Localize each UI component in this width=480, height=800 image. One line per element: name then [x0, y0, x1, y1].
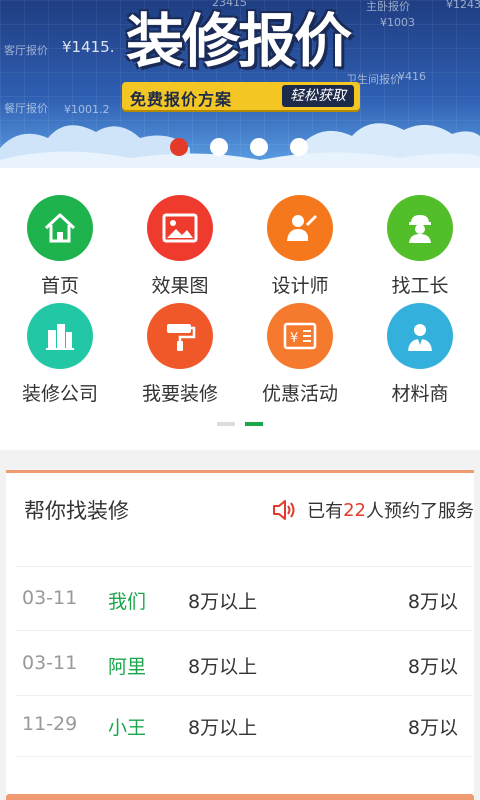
category-label: 装修公司: [21, 383, 98, 405]
promo-banner[interactable]: 客厅报价 ¥1415. 餐厅报价 ¥1001.2 卫生间报价 ¥416 主卧报价 ¥1003 ¥…: [0, 0, 480, 168]
booking-header: 帮你找装修 已有 22 人预约了服务: [6, 473, 474, 549]
banner-price-text: 主卧报价: [366, 0, 410, 13]
row-budget: 8万以上: [188, 717, 258, 739]
booking-panel: 帮你找装修 已有 22 人预约了服务 03-11 我们 8万以上 8万以 03-11…: [6, 470, 474, 800]
category-renderings[interactable]: 效果图: [120, 195, 240, 298]
carousel-indicator: [0, 138, 480, 156]
category-grid: 首页 效果图 设计师 找工长 装修公司 我要装修 ¥ 优惠活动 材料商: [0, 168, 480, 450]
category-label: 材料商: [391, 383, 449, 405]
category-renovate[interactable]: 我要装修: [120, 303, 240, 406]
banner-pill-text: 免费报价方案: [130, 90, 233, 109]
category-label: 优惠活动: [261, 383, 338, 405]
carousel-dot[interactable]: [170, 138, 188, 156]
row-date: 03-11: [22, 587, 78, 609]
carousel-dot[interactable]: [290, 138, 308, 156]
category-company[interactable]: 装修公司: [0, 303, 120, 406]
category-foreman[interactable]: 找工长: [360, 195, 480, 298]
row-name: 阿里: [107, 656, 146, 678]
row-amount: 8万以: [407, 591, 458, 613]
row-name: 小王: [107, 717, 146, 739]
category-label: 效果图: [151, 275, 209, 297]
category-supplier[interactable]: 材料商: [360, 303, 480, 406]
carousel-dot[interactable]: [210, 138, 228, 156]
image-icon: [147, 195, 213, 261]
banner-price-text: ¥1003: [380, 16, 415, 29]
page: 客厅报价 ¥1415. 餐厅报价 ¥1001.2 卫生间报价 ¥416 主卧报价 ¥1003 ¥…: [0, 0, 480, 800]
worker-icon: [387, 195, 453, 261]
row-name: 我们: [107, 591, 146, 613]
paint-roller-icon: [147, 303, 213, 369]
category-label: 我要装修: [141, 383, 218, 405]
banner-price-text: ¥1243: [446, 0, 480, 11]
supplier-icon: [387, 303, 453, 369]
banner-price-text: ¥416: [398, 70, 426, 83]
booking-count: 22: [343, 499, 366, 521]
category-pager: [0, 422, 480, 426]
category-label: 找工长: [391, 275, 449, 297]
carousel-dot[interactable]: [250, 138, 268, 156]
note-prefix: 已有: [307, 501, 344, 522]
pager-dot-active[interactable]: [245, 422, 263, 426]
banner-title: 装修报价: [126, 7, 352, 75]
category-label: 首页: [40, 275, 79, 297]
designer-icon: [267, 195, 333, 261]
next-panel-border: [6, 794, 474, 800]
category-promotions[interactable]: ¥ 优惠活动: [240, 303, 360, 406]
booking-count-note: 已有 22 人预约了服务: [271, 497, 474, 523]
row-budget: 8万以上: [188, 656, 258, 678]
banner-price-text: ¥1415.: [62, 38, 115, 56]
table-row: 11-29 小王 8万以上 8万以: [16, 693, 472, 757]
table-row: 03-11 我们 8万以上 8万以: [16, 567, 472, 631]
coupon-icon: ¥: [267, 303, 333, 369]
speaker-icon: [273, 500, 295, 520]
row-amount: 8万以: [407, 656, 458, 678]
category-label: 设计师: [271, 275, 329, 297]
banner-pill-badge: 轻松获取: [282, 85, 354, 107]
pager-dot[interactable]: [217, 422, 235, 426]
booking-title: 帮你找装修: [24, 499, 129, 523]
banner-price-text: 客厅报价: [4, 44, 48, 57]
row-budget: 8万以上: [188, 591, 258, 613]
category-designer[interactable]: 设计师: [240, 195, 360, 298]
row-date: 03-11: [22, 652, 78, 674]
row-date: 11-29: [22, 713, 78, 735]
row-amount: 8万以: [407, 717, 458, 739]
banner-pill: 免费报价方案 轻松获取: [122, 82, 360, 110]
table-row: 03-11 阿里 8万以上 8万以: [16, 632, 472, 696]
category-home[interactable]: 首页: [0, 195, 120, 298]
svg-text:¥: ¥: [290, 331, 298, 346]
home-icon: [27, 195, 93, 261]
note-suffix: 人预约了服务: [366, 501, 474, 522]
building-icon: [27, 303, 93, 369]
